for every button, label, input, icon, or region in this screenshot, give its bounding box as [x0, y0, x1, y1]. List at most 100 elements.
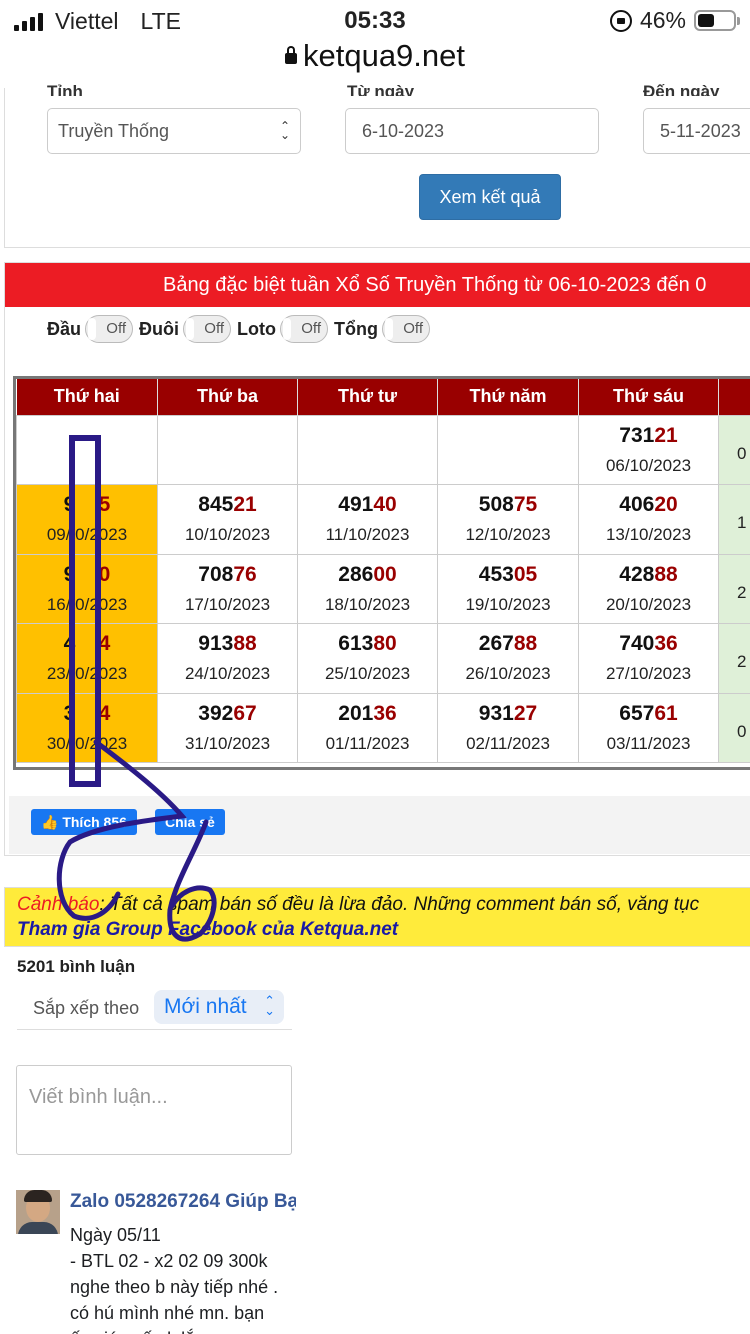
result-cell: 73121 06/10/2023: [578, 414, 719, 485]
table-row: 4 4 23/ 0/2023 91388 24/10/2023 61380 25/10/2…: [16, 623, 750, 694]
day-header: Thứ tư: [297, 379, 438, 415]
result-date: 02/11/2023: [466, 733, 550, 753]
to-date-label: Đến ngày: [643, 82, 720, 96]
result-number: 74036: [579, 632, 718, 656]
result-cell: 42888 20/10/2023: [578, 553, 719, 624]
day-header: Thứ sáu: [578, 379, 719, 415]
result-number: 93127: [438, 702, 578, 726]
result-cell: 39267 31/10/2023: [157, 692, 298, 763]
result-cell: [16, 414, 158, 485]
result-date: 30/ 0/2023: [46, 733, 128, 753]
number-highlight: 4: [98, 632, 111, 656]
toggle-label-duoi: Đuôi: [139, 318, 180, 339]
result-cell: 65761 03/11/2023: [578, 692, 719, 763]
result-date: 20/10/2023: [605, 594, 692, 614]
comment-line: nghe theo b này tiếp nhé .: [70, 1277, 279, 1297]
result-number: 70876: [158, 563, 297, 587]
result-date: 0: [737, 721, 747, 741]
comment-line: Ngày 05/11: [70, 1225, 161, 1245]
toggle-tong[interactable]: Off: [381, 315, 430, 343]
province-select[interactable]: Truyền Thống ⌃ ⌄: [47, 108, 301, 154]
sort-select[interactable]: Mới nhất ⌃ ⌄: [154, 990, 284, 1024]
toggle-dau[interactable]: Off: [85, 315, 134, 343]
result-date: 17/10/2023: [184, 594, 271, 614]
result-cell: 2: [718, 553, 750, 624]
result-cell: 9 0 16/ 0/2023: [16, 553, 158, 624]
result-number: 50875: [438, 493, 578, 517]
like-label: Thích 856: [62, 814, 127, 830]
number-highlight: 27: [513, 701, 538, 725]
result-number: 65761: [579, 702, 718, 726]
view-results-button[interactable]: Xem kết quả: [419, 174, 561, 220]
number-highlight: 0: [98, 562, 111, 586]
result-number: 49140: [298, 493, 437, 517]
table-row: 9 0 16/ 0/2023 70876 17/10/2023 28600 18/10/2…: [16, 553, 750, 624]
number-highlight: 80: [373, 632, 397, 656]
comment-line: ấy giúp số ok lắm: [70, 1326, 310, 1334]
number-prefix: 3: [63, 701, 76, 725]
result-date: 19/10/2023: [465, 594, 551, 614]
facebook-group-link[interactable]: Tham gia Group Facebook của Ketqua.net: [17, 919, 750, 941]
number-highlight: 75: [513, 493, 538, 517]
result-date: 27/10/2023: [605, 664, 692, 684]
table-header-row: Thứ hai Thứ ba Thứ tư Thứ năm Thứ sáu: [16, 379, 750, 415]
number-prefix: 657: [619, 701, 655, 725]
battery-percent: 46%: [639, 7, 686, 33]
result-date: 12/10/2023: [465, 525, 551, 545]
result-number: 3 4: [17, 702, 157, 726]
number-prefix: 392: [198, 701, 234, 725]
result-date: 10/10/2023: [184, 525, 271, 545]
sort-row: Sắp xếp theo Mới nhất ⌃ ⌄: [17, 988, 292, 1030]
number-prefix: 201: [338, 701, 374, 725]
number-highlight: 61: [654, 701, 678, 725]
number-prefix: 491: [338, 493, 374, 517]
to-date-input[interactable]: 5-11-2023: [643, 108, 750, 154]
result-number: 9 0: [17, 563, 157, 587]
chevron-updown-icon: ⌃ ⌄: [264, 993, 275, 1018]
thumbs-up-icon: 👍: [41, 814, 63, 830]
number-prefix: 4: [63, 632, 76, 656]
toggle-duoi[interactable]: Off: [183, 315, 232, 343]
day-header: Thứ ba: [157, 379, 298, 415]
number-prefix: 845: [198, 493, 234, 517]
result-cell: 50875 12/10/2023: [437, 484, 579, 555]
number-prefix: 740: [619, 632, 655, 656]
select-arrows-icon: ⌃ ⌄: [279, 119, 290, 142]
toggle-loto[interactable]: Off: [280, 315, 328, 343]
result-cell: 45305 19/10/2023: [437, 553, 579, 624]
results-title: Bảng đặc biệt tuần Xổ Số Truyền Thống từ…: [5, 263, 750, 307]
comment-line: - BTL 02 - x2 02 09 300k: [70, 1251, 268, 1271]
facebook-share-button[interactable]: Chia sẻ: [155, 809, 225, 835]
result-date: 0: [737, 443, 747, 463]
result-number: 45305: [438, 563, 578, 587]
address-bar[interactable]: ketqua9.net: [0, 38, 750, 88]
result-number: 84521: [158, 493, 297, 517]
number-highlight: 5: [98, 493, 111, 517]
result-date: 16/ 0/2023: [46, 594, 128, 614]
result-date: 13/10/2023: [605, 525, 692, 545]
number-prefix: 9: [63, 493, 76, 517]
avatar[interactable]: [16, 1190, 60, 1234]
result-date: 1: [737, 513, 747, 533]
from-date-input[interactable]: 6-10-2023: [345, 108, 599, 154]
number-prefix: 508: [478, 493, 514, 517]
comment-input[interactable]: Viết bình luận...: [16, 1065, 292, 1155]
number-prefix: 286: [338, 562, 374, 586]
result-cell: 91388 24/10/2023: [157, 623, 298, 694]
result-date: 18/10/2023: [324, 594, 411, 614]
result-cell: 3 4 30/ 0/2023: [16, 692, 158, 763]
number-prefix: 913: [198, 632, 234, 656]
number-highlight: 36: [654, 632, 678, 656]
result-cell: 93127 02/11/2023: [437, 692, 579, 763]
comment-author[interactable]: Zalo 0528267264 Giúp Bạ: [70, 1191, 296, 1213]
comment-line: có hú mình nhé mn. bạn: [70, 1303, 265, 1323]
number-highlight: 67: [233, 701, 257, 725]
province-value: Truyền Thống: [58, 121, 170, 141]
result-date: 11/10/2023: [325, 525, 410, 545]
number-highlight: 76: [233, 562, 257, 586]
number-highlight: 36: [373, 701, 397, 725]
number-prefix: 731: [619, 423, 655, 447]
facebook-like-button[interactable]: 👍 Thích 856: [31, 809, 137, 835]
number-highlight: 88: [513, 632, 538, 656]
sort-label: Sắp xếp theo: [33, 998, 140, 1018]
